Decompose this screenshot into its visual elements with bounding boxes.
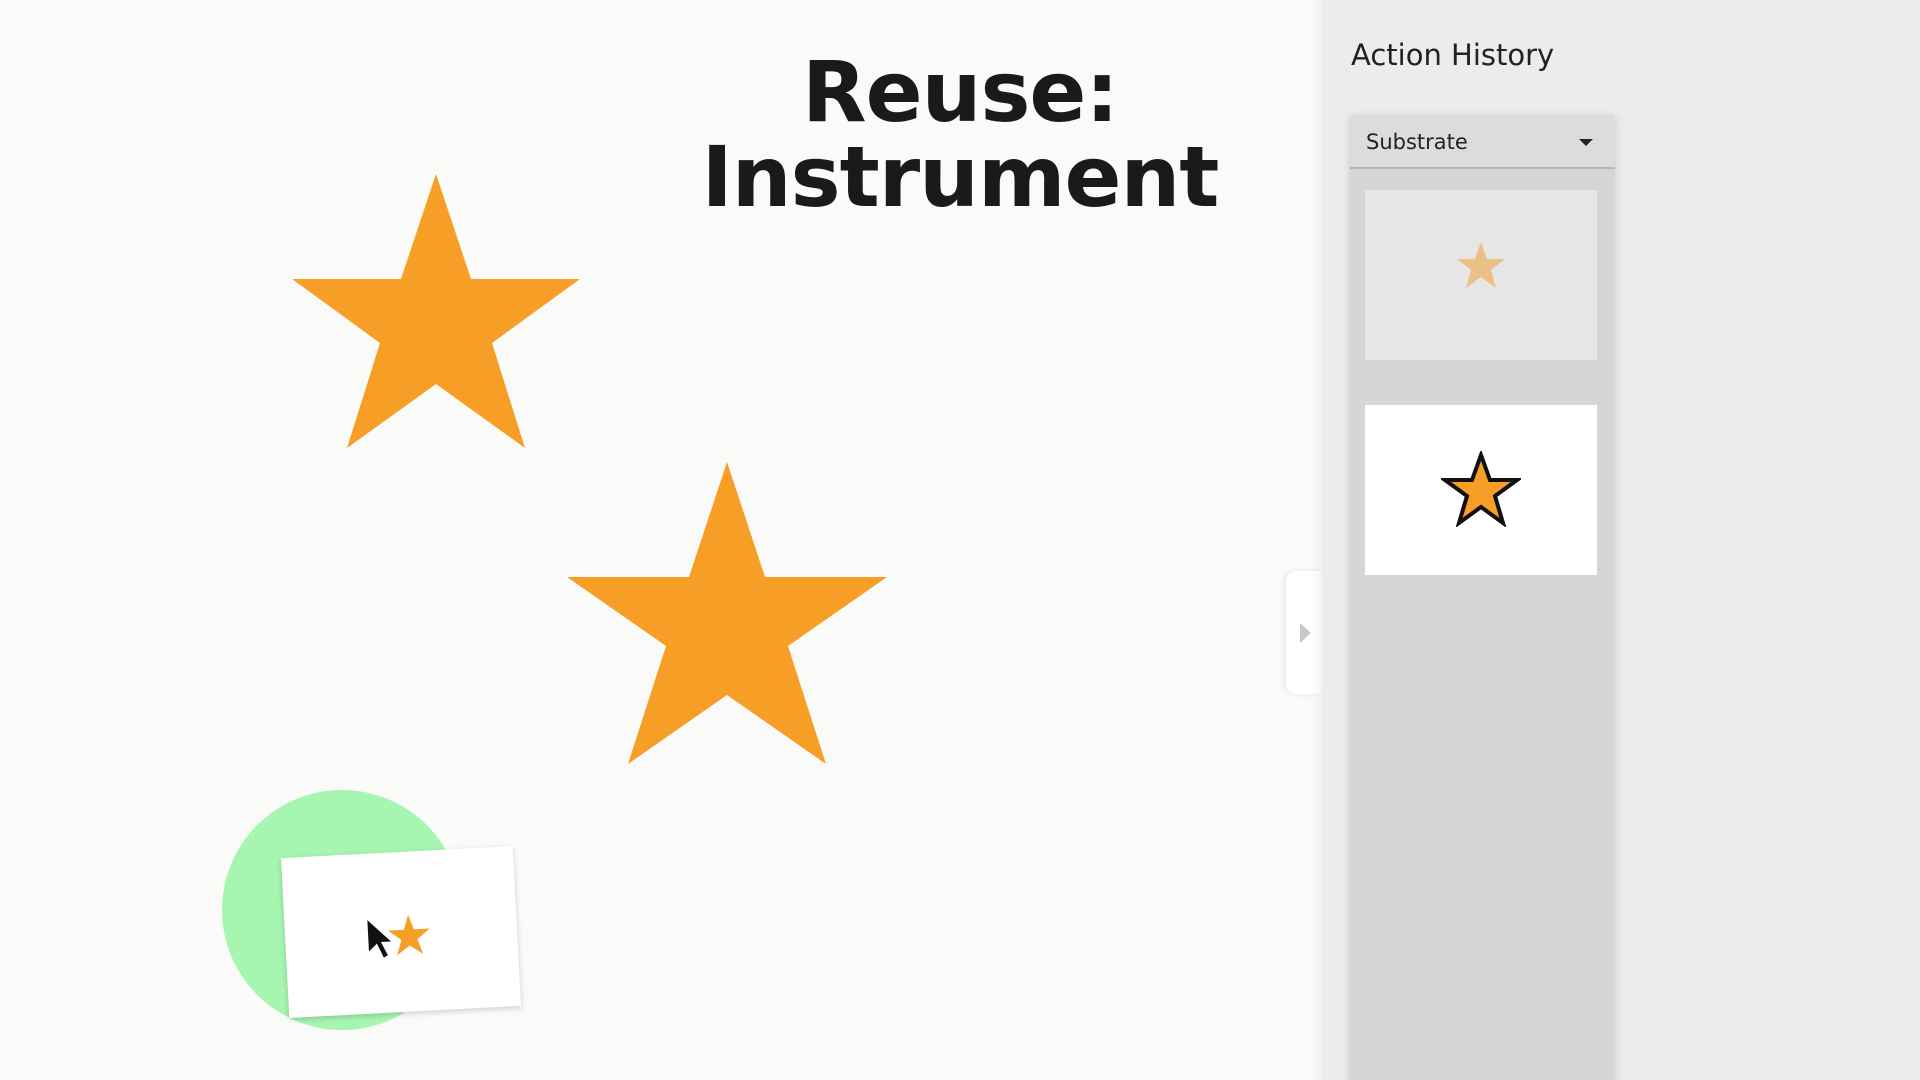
canvas-star-1[interactable] — [290, 172, 582, 452]
slide-title-line1: Reuse: — [801, 43, 1119, 141]
history-item-1[interactable] — [1365, 190, 1597, 360]
cursor-arrow-icon — [365, 915, 396, 961]
drawing-canvas[interactable]: Reuse: Instrument — [0, 0, 1322, 1080]
panel-collapse-handle[interactable] — [1286, 571, 1322, 694]
chevron-right-icon — [1300, 623, 1311, 643]
substrate-dropdown-label: Substrate — [1366, 130, 1468, 154]
canvas-star-2[interactable] — [565, 460, 889, 766]
caret-down-icon — [1579, 139, 1593, 146]
instrument-card[interactable] — [280, 846, 522, 1018]
star-outlined-icon — [1441, 451, 1521, 527]
panel-title: Action History — [1351, 38, 1555, 72]
slide-title-line2: Instrument — [701, 128, 1220, 226]
substrate-dropdown[interactable]: Substrate — [1350, 115, 1615, 169]
history-item-2[interactable] — [1365, 405, 1597, 575]
star-faded-icon — [1457, 242, 1505, 288]
action-history-panel: Action History Substrate — [1322, 0, 1920, 1080]
history-list: Substrate — [1350, 115, 1615, 1080]
